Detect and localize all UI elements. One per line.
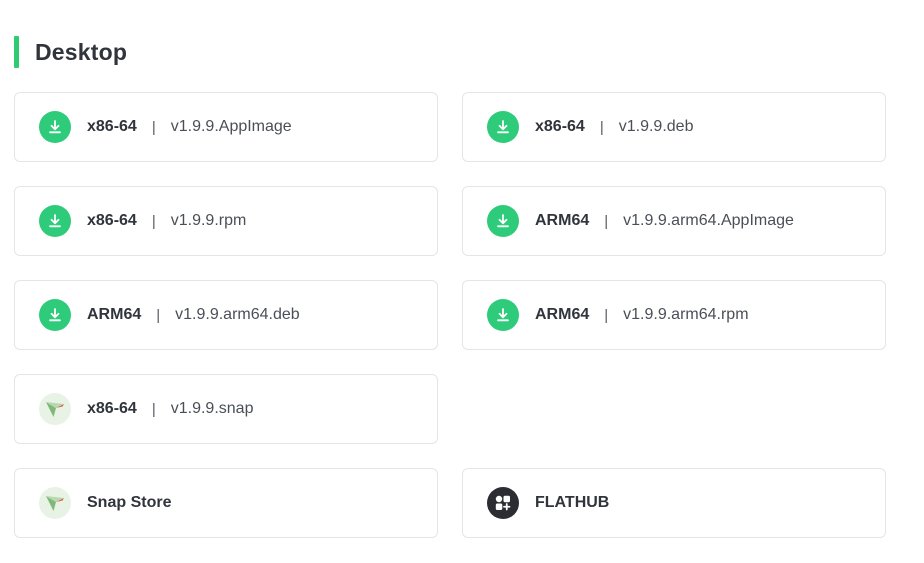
card-arch-label: ARM64 bbox=[87, 306, 142, 323]
download-card-x86-64-deb[interactable]: x86-64 | v1.9.9.deb bbox=[462, 92, 886, 162]
store-label: Snap Store bbox=[87, 494, 172, 511]
card-file-label: v1.9.9.arm64.rpm bbox=[623, 306, 749, 323]
card-separator: | bbox=[151, 400, 156, 418]
card-file-label: v1.9.9.arm64.AppImage bbox=[623, 212, 794, 229]
card-arch-label: x86-64 bbox=[87, 400, 137, 417]
download-card-x86-64-snap[interactable]: x86-64 | v1.9.9.snap bbox=[14, 374, 438, 444]
card-arch-label: ARM64 bbox=[535, 212, 590, 229]
card-file-label: v1.9.9.arm64.deb bbox=[175, 306, 300, 323]
card-separator: | bbox=[604, 306, 609, 324]
card-separator: | bbox=[604, 212, 609, 230]
snapcraft-icon bbox=[39, 487, 71, 519]
card-file-label: v1.9.9.snap bbox=[170, 400, 254, 417]
flathub-link[interactable]: FLATHUB bbox=[462, 468, 886, 538]
download-card-x86-64-rpm[interactable]: x86-64 | v1.9.9.rpm bbox=[14, 186, 438, 256]
card-separator: | bbox=[151, 212, 156, 230]
download-icon bbox=[39, 205, 71, 237]
card-file-label: v1.9.9.deb bbox=[618, 118, 694, 135]
section-header-desktop: Desktop bbox=[14, 36, 127, 68]
flathub-icon bbox=[487, 487, 519, 519]
card-file-label: v1.9.9.rpm bbox=[170, 212, 247, 229]
download-card-arm64-deb[interactable]: ARM64 | v1.9.9.arm64.deb bbox=[14, 280, 438, 350]
card-arch-label: x86-64 bbox=[87, 118, 137, 135]
section-title: Desktop bbox=[35, 38, 128, 65]
card-arch-label: x86-64 bbox=[535, 118, 585, 135]
card-file-label: v1.9.9.AppImage bbox=[170, 118, 292, 135]
card-separator: | bbox=[599, 118, 604, 136]
download-card-arm64-rpm[interactable]: ARM64 | v1.9.9.arm64.rpm bbox=[462, 280, 886, 350]
download-card-arm64-appimage[interactable]: ARM64 | v1.9.9.arm64.AppImage bbox=[462, 186, 886, 256]
snap-store-link[interactable]: Snap Store bbox=[14, 468, 438, 538]
download-icon bbox=[487, 111, 519, 143]
store-label: FLATHUB bbox=[535, 494, 610, 511]
snapcraft-icon bbox=[39, 393, 71, 425]
download-icon bbox=[487, 299, 519, 331]
download-icon bbox=[487, 205, 519, 237]
card-separator: | bbox=[151, 118, 156, 136]
card-arch-label: ARM64 bbox=[535, 306, 590, 323]
section-accent-bar bbox=[14, 36, 19, 68]
card-separator: | bbox=[156, 306, 161, 324]
download-card-x86-64-appimage[interactable]: x86-64 | v1.9.9.AppImage bbox=[14, 92, 438, 162]
download-icon bbox=[39, 299, 71, 331]
download-icon bbox=[39, 111, 71, 143]
card-arch-label: x86-64 bbox=[87, 212, 137, 229]
